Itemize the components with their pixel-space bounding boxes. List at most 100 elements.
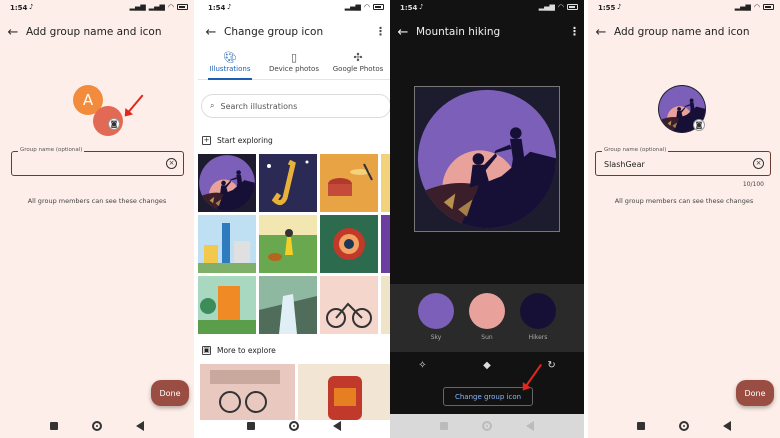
gallery-icon: ▣: [202, 346, 211, 355]
paint-bucket-icon[interactable]: ◆: [483, 360, 491, 371]
field-value: SlashGear: [604, 160, 645, 169]
back-arrow-icon[interactable]: ←: [588, 25, 614, 40]
swatch-sun[interactable]: [469, 293, 505, 329]
done-button[interactable]: Done: [151, 380, 189, 406]
page-title: Change group icon: [224, 26, 324, 38]
system-nav-bar: [198, 414, 390, 438]
source-tabs: 🎨︎ Illustrations ▯ Device photos ✣ Googl…: [198, 48, 390, 80]
wifi-icon: ◠: [557, 3, 564, 11]
illustration-flower[interactable]: [320, 215, 378, 273]
home-icon[interactable]: [679, 421, 689, 431]
visibility-hint: All group members can see these changes: [27, 197, 167, 205]
app-bar: ← Change group icon ⋮: [198, 18, 390, 46]
swatch-sky[interactable]: [418, 293, 454, 329]
clear-icon[interactable]: ×: [166, 158, 177, 169]
color-palette: Sky Sun Hikers: [390, 284, 584, 352]
app-bar: ← Mountain hiking ⋮: [390, 18, 584, 46]
change-group-icon-button[interactable]: Change group icon: [443, 387, 533, 406]
illustration-drums[interactable]: [320, 154, 378, 212]
illustration-backpack[interactable]: [298, 364, 390, 420]
back-icon[interactable]: [526, 421, 534, 431]
tab-illustrations[interactable]: 🎨︎ Illustrations: [198, 48, 262, 80]
status-bar: 1:54 ♪ ▂▄▆ ◠: [198, 0, 390, 16]
tab-label: Google Photos: [332, 65, 384, 73]
field-label: Group name (optional): [602, 147, 669, 153]
more-options-icon[interactable]: ⋮: [569, 25, 580, 38]
illustration-partial-3[interactable]: [381, 276, 390, 334]
illustration-partial[interactable]: [381, 154, 390, 212]
signal-icon: ▂▄▆: [344, 3, 361, 11]
back-icon[interactable]: [333, 421, 341, 431]
swatch-hikers[interactable]: [520, 293, 556, 329]
home-icon[interactable]: [92, 421, 102, 431]
swatch-label: Sun: [481, 334, 493, 341]
icon-editor-screen: 1:54 ♪ ▂▄▆ ◠ ← Mountain hiking ⋮ Sky Sun…: [390, 0, 584, 438]
group-name-field[interactable]: Group name (optional) SlashGear ×: [595, 147, 771, 176]
search-illustrations-input[interactable]: ⌕ Search illustrations: [201, 94, 390, 118]
more-to-explore-heading: ▣ More to explore: [202, 346, 276, 355]
app-bar: ← Add group name and icon: [588, 18, 780, 46]
group-name-field[interactable]: Group name (optional) ×: [11, 147, 184, 176]
section-title: More to explore: [217, 346, 276, 355]
illustration-garden[interactable]: [198, 276, 256, 334]
system-nav-bar: [390, 414, 584, 438]
illustration-bike[interactable]: [320, 276, 378, 334]
page-title: Add group name and icon: [26, 26, 162, 38]
search-placeholder: Search illustrations: [220, 101, 298, 111]
status-bar: 1:55 ♪ ▂▄▆ ◠: [588, 0, 780, 16]
illustration-mountain-hiking[interactable]: [198, 154, 256, 212]
back-icon[interactable]: [136, 421, 144, 431]
wifi-icon: ◠: [167, 3, 174, 11]
system-nav-bar: [588, 414, 780, 438]
add-group-screen-initial: 1:54 ♪ ▂▄▆ ▂▄▆ ◠ ← Add group name and ic…: [0, 0, 194, 438]
illustration-saxophone[interactable]: [259, 154, 317, 212]
tab-google-photos[interactable]: ✣ Google Photos: [326, 48, 390, 79]
illustration-waterfall[interactable]: [259, 276, 317, 334]
back-arrow-icon[interactable]: ←: [198, 25, 224, 40]
add-group-screen-filled: 1:55 ♪ ▂▄▆ ◠ ← Add group name and icon ◙…: [588, 0, 780, 438]
recents-icon[interactable]: [50, 422, 58, 430]
tiktok-icon: ♪: [29, 3, 34, 11]
recents-icon[interactable]: [247, 422, 255, 430]
status-icons: ▂▄▆ ◠: [539, 3, 578, 11]
status-bar: 1:54 ♪ ▂▄▆ ▂▄▆ ◠: [0, 0, 194, 16]
field-label: Group name (optional): [18, 147, 85, 153]
character-counter: 10/100: [742, 181, 764, 188]
tab-device-photos[interactable]: ▯ Device photos: [262, 48, 326, 79]
battery-icon: [567, 4, 578, 10]
camera-icon[interactable]: ◙: [108, 118, 120, 130]
illustration-glasses[interactable]: [200, 364, 295, 420]
visibility-hint: All group members can see these changes: [614, 197, 754, 205]
more-options-icon[interactable]: ⋮: [375, 25, 386, 38]
status-icons: ▂▄▆ ▂▄▆ ◠: [130, 3, 188, 11]
tab-label: Illustrations: [209, 65, 251, 73]
clear-icon[interactable]: ×: [753, 158, 764, 169]
rotate-icon[interactable]: ↻: [547, 360, 555, 371]
home-icon[interactable]: [289, 421, 299, 431]
swatch-label: Hikers: [528, 334, 548, 341]
status-time: 1:54: [10, 4, 28, 12]
illustration-dog-walk[interactable]: [259, 215, 317, 273]
back-arrow-icon[interactable]: ←: [390, 25, 416, 40]
illustration-city[interactable]: [198, 215, 256, 273]
done-button[interactable]: Done: [736, 380, 774, 406]
recents-icon[interactable]: [440, 422, 448, 430]
edit-tools: ✧ ◆ ↻: [390, 352, 584, 378]
illustration-partial-2[interactable]: [381, 215, 390, 273]
add-box-icon: +: [202, 136, 211, 145]
system-nav-bar: [0, 414, 194, 438]
illustration-grid: [198, 154, 390, 334]
camera-icon[interactable]: ◙: [693, 119, 705, 131]
back-icon[interactable]: [723, 421, 731, 431]
home-icon[interactable]: [482, 421, 492, 431]
back-arrow-icon[interactable]: ←: [0, 25, 26, 40]
annotation-arrow: [125, 94, 144, 116]
recents-icon[interactable]: [637, 422, 645, 430]
tiktok-icon: ♪: [617, 3, 622, 11]
status-icons: ▂▄▆ ◠: [345, 3, 384, 11]
status-time: 1:54: [208, 4, 226, 12]
icon-preview: [414, 86, 560, 232]
magic-wand-icon[interactable]: ✧: [418, 360, 426, 371]
page-title: Mountain hiking: [416, 26, 501, 38]
wifi-icon: ◠: [753, 3, 760, 11]
